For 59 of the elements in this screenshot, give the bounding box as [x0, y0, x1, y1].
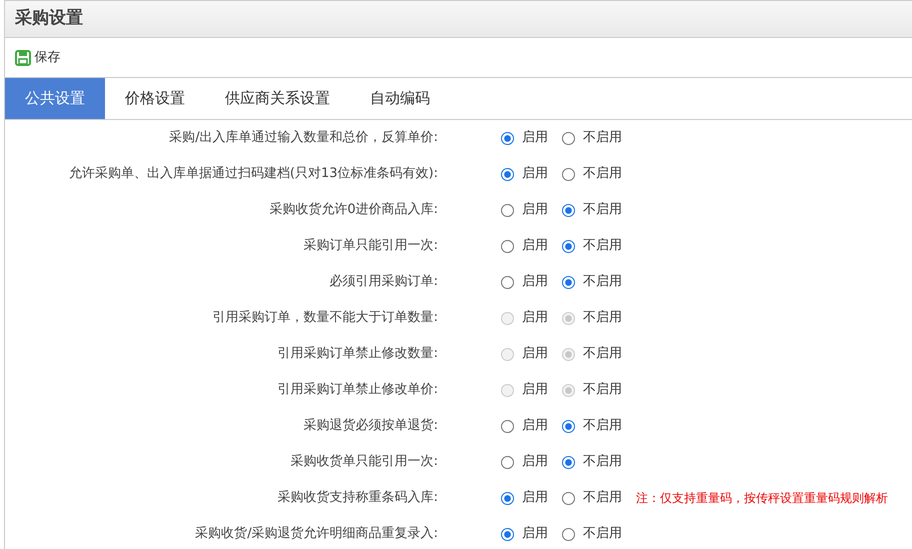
radio-label: 不启用: [583, 381, 622, 400]
page-title: 采购设置: [15, 7, 83, 30]
radio-label: 不启用: [583, 525, 622, 544]
radio-label: 启用: [522, 309, 548, 328]
radio-label: 不启用: [583, 201, 622, 220]
radio-button[interactable]: [501, 204, 514, 216]
radio-label: 不启用: [583, 489, 622, 508]
radio-button[interactable]: [562, 456, 575, 468]
radio-label: 不启用: [583, 309, 622, 328]
radio-label: 启用: [522, 273, 548, 292]
radio-button[interactable]: [501, 420, 514, 432]
setting-label: 采购收货允许0进价商品入库:: [268, 201, 438, 220]
setting-label: 采购收货单只能引用一次:: [290, 453, 438, 472]
radio-label: 启用: [522, 381, 548, 400]
radio-label: 不启用: [583, 453, 622, 472]
radio-button[interactable]: [562, 276, 575, 288]
radio-label: 启用: [522, 489, 548, 508]
setting-label: 引用采购订单，数量不能大于订单数量:: [212, 309, 438, 328]
radio-button[interactable]: [562, 168, 575, 180]
radio-button[interactable]: [501, 132, 514, 144]
radio-label: 启用: [522, 453, 548, 472]
radio-label: 不启用: [583, 273, 622, 292]
radio-label: 启用: [522, 345, 548, 364]
radio-label: 不启用: [583, 129, 622, 148]
tab[interactable]: 公共设置: [5, 78, 105, 119]
radio-label: 不启用: [583, 417, 622, 436]
radio-button[interactable]: [501, 492, 514, 504]
radio-button[interactable]: [562, 132, 575, 144]
radio-label: 启用: [522, 525, 548, 544]
radio-button[interactable]: [501, 168, 514, 180]
setting-label: 允许采购单、出入库单据通过扫码建档(只对13位标准条码有效):: [68, 165, 438, 184]
setting-label: 必须引用采购订单:: [328, 273, 438, 292]
radio-label: 不启用: [583, 345, 622, 364]
radio-button[interactable]: [501, 456, 514, 468]
radio-label: 不启用: [583, 237, 622, 256]
radio-label: 启用: [522, 129, 548, 148]
setting-label: 采购订单只能引用一次:: [302, 237, 438, 256]
radio-button[interactable]: [501, 276, 514, 288]
radio-button[interactable]: [562, 240, 575, 252]
radio-button[interactable]: [562, 420, 575, 432]
note-text: 注：仅支持重量码，按传秤设置重量码规则解析: [636, 490, 888, 507]
setting-label: 引用采购订单禁止修改单价:: [276, 381, 438, 400]
radio-button[interactable]: [501, 528, 514, 540]
radio-label: 不启用: [583, 165, 622, 184]
radio-label: 启用: [522, 417, 548, 436]
save-icon: [15, 50, 31, 66]
setting-label: 采购/出入库单通过输入数量和总价，反算单价:: [168, 129, 438, 148]
radio-button[interactable]: [501, 240, 514, 252]
setting-label: 采购收货支持称重条码入库:: [276, 489, 438, 508]
setting-label: 采购收货/采购退货允许明细商品重复录入:: [194, 525, 438, 544]
radio-button[interactable]: [562, 204, 575, 216]
setting-label: 采购退货必须按单退货:: [302, 417, 438, 436]
radio-label: 启用: [522, 237, 548, 256]
radio-button[interactable]: [562, 492, 575, 504]
radio-label: 启用: [522, 201, 548, 220]
save-button[interactable]: 保存: [15, 48, 60, 68]
radio-button[interactable]: [562, 528, 575, 540]
setting-label: 引用采购订单禁止修改数量:: [276, 345, 438, 364]
radio-label: 启用: [522, 165, 548, 184]
